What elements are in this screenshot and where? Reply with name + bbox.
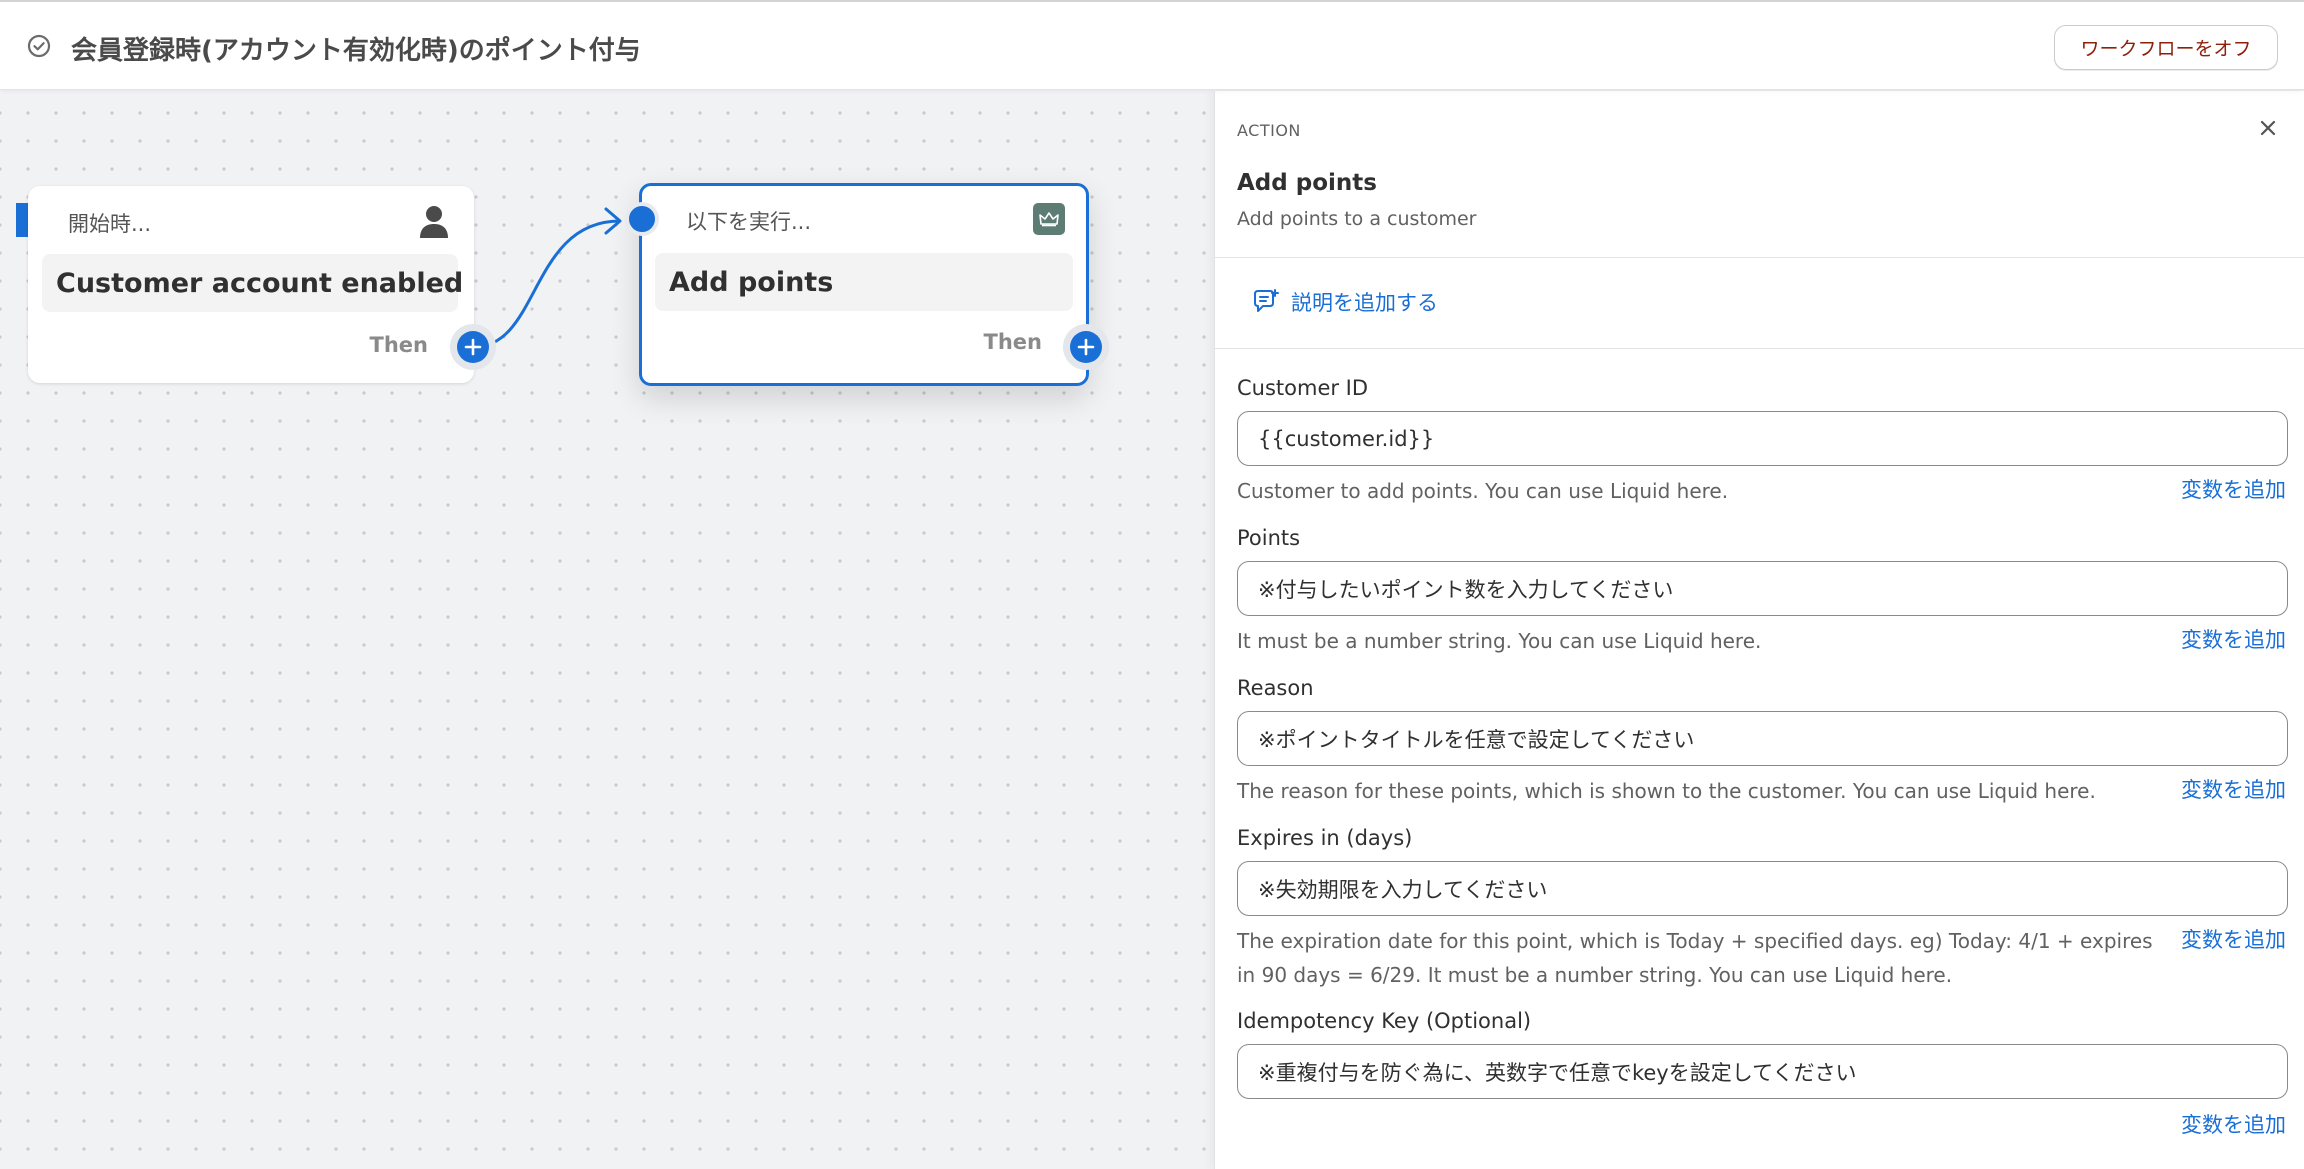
expires-help: The expiration date for this point, whic… bbox=[1237, 929, 2153, 987]
workflow-title: 会員登録時(アカウント有効化時)のポイント付与 bbox=[71, 36, 641, 66]
trigger-node-label: 開始時... bbox=[68, 212, 152, 236]
person-icon bbox=[420, 206, 448, 238]
divider bbox=[1215, 348, 2304, 349]
workflow-header: 会員登録時(アカウント有効化時)のポイント付与 ワークフローをオフ bbox=[0, 0, 2304, 90]
idempotency-key-field[interactable]: ※重複付与を防ぐ為に、英数字で任意でkeyを設定してください bbox=[1237, 1044, 2288, 1099]
crown-icon bbox=[1039, 212, 1059, 227]
add-step-after-trigger-button[interactable] bbox=[450, 324, 496, 370]
add-step-after-action-button[interactable] bbox=[1063, 324, 1109, 370]
points-field[interactable]: ※付与したいポイント数を入力してください bbox=[1237, 561, 2288, 616]
customer-id-field[interactable]: {{customer.id}} bbox=[1237, 411, 2288, 466]
trigger-node-title: Customer account enabled bbox=[42, 254, 463, 312]
workflow-canvas[interactable]: 開始時... Customer account enabled Then 以下を… bbox=[0, 91, 1214, 1169]
action-node-title: Add points bbox=[655, 253, 1073, 311]
plus-icon bbox=[464, 338, 482, 356]
divider bbox=[1215, 257, 2304, 258]
panel-title: Add points bbox=[1237, 170, 1377, 196]
points-add-variable-link[interactable]: 変数を追加 bbox=[2181, 624, 2286, 654]
idempotency-key-add-variable-link[interactable]: 変数を追加 bbox=[2181, 1109, 2286, 1139]
reason-help: The reason for these points, which is sh… bbox=[1237, 779, 2096, 803]
turn-off-workflow-button[interactable]: ワークフローをオフ bbox=[2054, 25, 2278, 70]
comment-add-icon bbox=[1254, 289, 1279, 312]
points-label: Points bbox=[1237, 526, 1301, 550]
action-input-port[interactable] bbox=[625, 202, 659, 236]
expires-add-variable-link[interactable]: 変数を追加 bbox=[2181, 924, 2286, 954]
reason-add-variable-link[interactable]: 変数を追加 bbox=[2181, 774, 2286, 804]
add-description-link[interactable]: 説明を追加する bbox=[1251, 285, 1438, 319]
reason-field[interactable]: ※ポイントタイトルを任意で設定してください bbox=[1237, 711, 2288, 766]
action-then-label: Then bbox=[983, 330, 1042, 354]
expires-field[interactable]: ※失効期限を入力してください bbox=[1237, 861, 2288, 916]
action-node-selected[interactable]: 以下を実行... Add points Then bbox=[639, 183, 1089, 386]
points-help: It must be a number string. You can use … bbox=[1237, 629, 1762, 653]
check-circle-icon bbox=[27, 34, 51, 58]
app-badge bbox=[1033, 203, 1065, 235]
panel-kicker: ACTION bbox=[1237, 121, 1301, 140]
add-description-label: 説明を追加する bbox=[1291, 291, 1438, 315]
trigger-then-label: Then bbox=[369, 333, 428, 357]
trigger-node[interactable]: 開始時... Customer account enabled Then bbox=[28, 186, 474, 383]
customer-id-add-variable-link[interactable]: 変数を追加 bbox=[2181, 474, 2286, 504]
reason-label: Reason bbox=[1237, 676, 1314, 700]
action-node-label: 以下を実行... bbox=[686, 210, 812, 234]
panel-subtitle: Add points to a customer bbox=[1237, 208, 1477, 230]
customer-id-label: Customer ID bbox=[1237, 376, 1369, 400]
plus-icon bbox=[1077, 338, 1095, 356]
idempotency-key-label: Idempotency Key (Optional) bbox=[1237, 1009, 1532, 1033]
customer-id-help: Customer to add points. You can use Liqu… bbox=[1237, 479, 1729, 503]
action-config-panel: ACTION Add points Add points to a custom… bbox=[1214, 91, 2304, 1169]
close-icon[interactable] bbox=[2257, 117, 2279, 139]
expires-label: Expires in (days) bbox=[1237, 826, 1413, 850]
